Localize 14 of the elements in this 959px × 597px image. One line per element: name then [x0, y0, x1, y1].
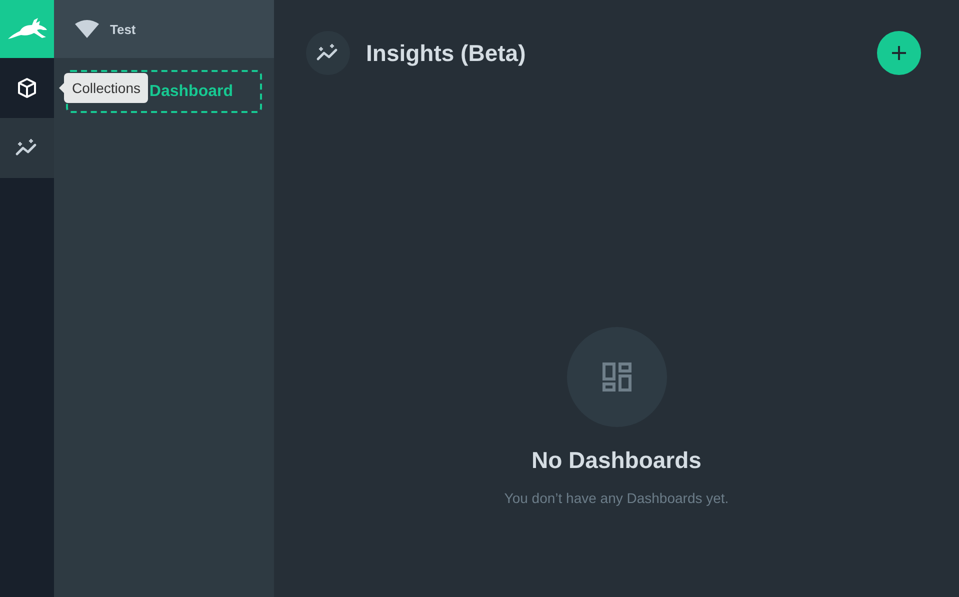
empty-message: You don’t have any Dashboards yet.	[504, 490, 729, 506]
nav-item[interactable]	[0, 118, 54, 178]
empty-title: No Dashboards	[532, 447, 702, 474]
logo-tile[interactable]	[0, 0, 54, 58]
add-button[interactable]	[877, 31, 921, 75]
cube-icon	[16, 77, 38, 99]
tooltip: Collections	[64, 73, 148, 103]
workspace-name[interactable]: Test	[110, 22, 136, 36]
wifi-icon	[74, 20, 100, 38]
insights-icon	[15, 139, 39, 157]
page-title: Insights (Beta)	[366, 40, 527, 66]
rabbit-logo-icon	[6, 17, 48, 41]
insights-icon	[306, 31, 350, 75]
plus-icon	[890, 44, 908, 62]
